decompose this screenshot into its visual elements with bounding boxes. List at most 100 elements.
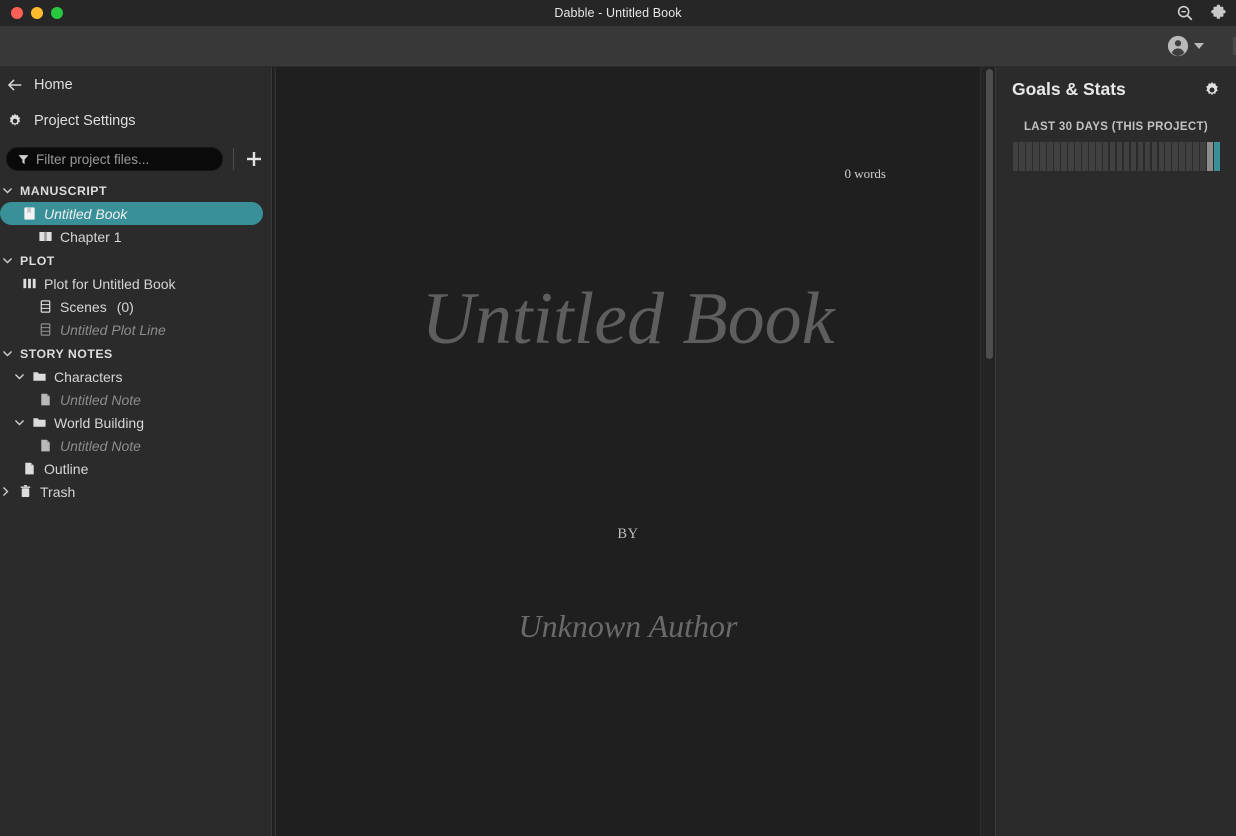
chevron-down-icon <box>3 351 12 357</box>
note-page-icon <box>41 439 50 452</box>
sidebar-section-manuscript[interactable]: MANUSCRIPT <box>0 179 271 202</box>
sparkline-bar <box>1088 142 1095 171</box>
sparkline-bar <box>1116 142 1123 171</box>
filter-project-files-input[interactable]: Filter project files... <box>6 147 223 171</box>
note-page-icon <box>41 393 50 406</box>
chevron-down-icon <box>3 258 12 264</box>
sidebar-item-project-settings-label: Project Settings <box>34 113 136 129</box>
chevron-down-icon[interactable] <box>14 417 25 428</box>
sparkline-bar <box>1179 142 1185 171</box>
sparkline-bar <box>1054 142 1060 171</box>
chevron-down-icon <box>1194 43 1204 49</box>
by-label: BY <box>617 526 639 542</box>
sidebar-section-plot[interactable]: PLOT <box>0 249 271 272</box>
titlebar-icon-group <box>1176 0 1228 26</box>
chevron-down-icon <box>3 188 12 194</box>
sidebar-item-project-settings[interactable]: Project Settings <box>0 103 271 139</box>
sidebar-item-characters-untitled-note[interactable]: Untitled Note <box>0 388 263 411</box>
editor-scrollbar-thumb[interactable] <box>986 69 993 359</box>
sparkline-bar <box>1144 142 1151 171</box>
sparkline-bar <box>1095 142 1102 171</box>
sparkline-bar <box>1172 142 1178 171</box>
sidebar-item-untitled-book[interactable]: Untitled Book <box>0 202 263 225</box>
sidebar-item-scenes-label: Scenes <box>60 298 107 315</box>
book-title-input[interactable]: Untitled Book <box>276 282 980 356</box>
goals-and-stats-panel: Goals & Stats LAST 30 DAYS (THIS PROJECT… <box>995 67 1236 836</box>
sidebar-item-plot-for-untitled-book[interactable]: Plot for Untitled Book <box>0 272 263 295</box>
chevron-right-icon[interactable] <box>0 486 11 497</box>
app-toolbar <box>0 26 1236 67</box>
sparkline-bar <box>1137 142 1144 171</box>
sidebar-section-story-notes[interactable]: STORY NOTES <box>0 342 271 365</box>
stats-range-label: LAST 30 DAYS (THIS PROJECT) <box>1023 121 1209 133</box>
sparkline-bar <box>1165 142 1172 171</box>
sparkline-bar <box>1061 142 1067 171</box>
sidebar-section-plot-label: PLOT <box>20 253 55 268</box>
sidebar-item-home-label: Home <box>34 77 73 93</box>
note-page-icon <box>25 462 34 475</box>
sidebar-item-trash[interactable]: Trash <box>0 480 263 503</box>
sparkline-bar <box>1109 142 1116 171</box>
sidebar-item-scenes-count: (0) <box>116 298 134 315</box>
add-file-button[interactable] <box>243 148 265 170</box>
sidebar-item-untitled-book-label: Untitled Book <box>44 205 128 222</box>
chevron-down-icon[interactable] <box>14 371 25 382</box>
sparkline-bar <box>1151 142 1158 171</box>
sidebar-item-outline[interactable]: Outline <box>0 457 263 480</box>
sidebar-item-home[interactable]: Home <box>0 67 271 103</box>
sparkline-bar <box>1123 142 1130 171</box>
sidebar-item-chapter-1[interactable]: Chapter 1 <box>0 225 263 248</box>
account-circle-icon <box>1167 35 1189 57</box>
sparkline-bar <box>1186 142 1192 171</box>
funnel-icon <box>18 154 29 164</box>
sparkline-bar <box>1200 142 1206 171</box>
sidebar-item-chapter-1-label: Chapter 1 <box>60 228 122 245</box>
window-title: Dabble - Untitled Book <box>554 6 682 20</box>
sidebar-item-untitled-plot-line-label: Untitled Plot Line <box>60 321 166 338</box>
sidebar-section-story-notes-label: STORY NOTES <box>20 346 113 361</box>
scene-card-icon <box>40 323 51 336</box>
sparkline-bar <box>1193 142 1199 171</box>
open-book-icon <box>39 231 52 242</box>
sidebar-item-scenes[interactable]: Scenes (0) <box>0 295 263 318</box>
folder-icon <box>33 372 46 381</box>
sparkline-bar <box>1012 142 1019 171</box>
author-input[interactable]: Unknown Author <box>276 608 980 645</box>
plot-grid-icon <box>23 278 36 289</box>
last-30-days-sparkline <box>1012 142 1220 171</box>
sidebar-item-characters[interactable]: Characters <box>0 365 263 388</box>
sparkline-bar <box>1068 142 1074 171</box>
sidebar-item-world-building-untitled-note[interactable]: Untitled Note <box>0 434 263 457</box>
sidebar-item-characters-label: Characters <box>54 368 123 385</box>
gear-icon[interactable] <box>1202 80 1222 100</box>
editor-area: 0 words Untitled Book BY Unknown Author <box>273 67 995 836</box>
word-count: 0 words <box>844 166 886 181</box>
trash-icon <box>20 485 31 498</box>
sparkline-bar <box>1040 142 1046 171</box>
sparkline-bar <box>1033 142 1039 171</box>
arrow-left-icon <box>8 79 22 91</box>
book-bookmark-icon <box>24 207 35 220</box>
goals-panel-header: Goals & Stats <box>996 67 1236 100</box>
sidebar-item-plot-label: Plot for Untitled Book <box>44 275 176 292</box>
goals-panel-title: Goals & Stats <box>1012 79 1126 99</box>
filter-divider <box>233 148 234 170</box>
scene-card-icon <box>40 300 51 313</box>
filter-bar: Filter project files... <box>0 139 271 179</box>
folder-icon <box>33 418 46 427</box>
search-icon[interactable] <box>1176 4 1194 22</box>
sidebar-item-world-building[interactable]: World Building <box>0 411 263 434</box>
sidebar-item-untitled-plot-line[interactable]: Untitled Plot Line <box>0 318 263 341</box>
manuscript-page[interactable]: 0 words Untitled Book BY Unknown Author <box>275 67 981 836</box>
sparkline-bar <box>1158 142 1165 171</box>
extensions-puzzle-icon[interactable] <box>1210 4 1228 22</box>
account-menu-button[interactable] <box>1167 35 1204 57</box>
filter-placeholder: Filter project files... <box>36 151 150 167</box>
sidebar-item-world-building-label: World Building <box>54 414 145 431</box>
sidebar-section-manuscript-label: MANUSCRIPT <box>20 183 107 198</box>
window-title-bar: Dabble - Untitled Book <box>0 0 1236 26</box>
project-sidebar: Home Project Settings Filter project fil… <box>0 67 272 836</box>
plus-icon <box>247 152 261 166</box>
editor-scrollbar[interactable] <box>984 67 995 836</box>
sidebar-item-untitled-note-label: Untitled Note <box>60 437 141 454</box>
